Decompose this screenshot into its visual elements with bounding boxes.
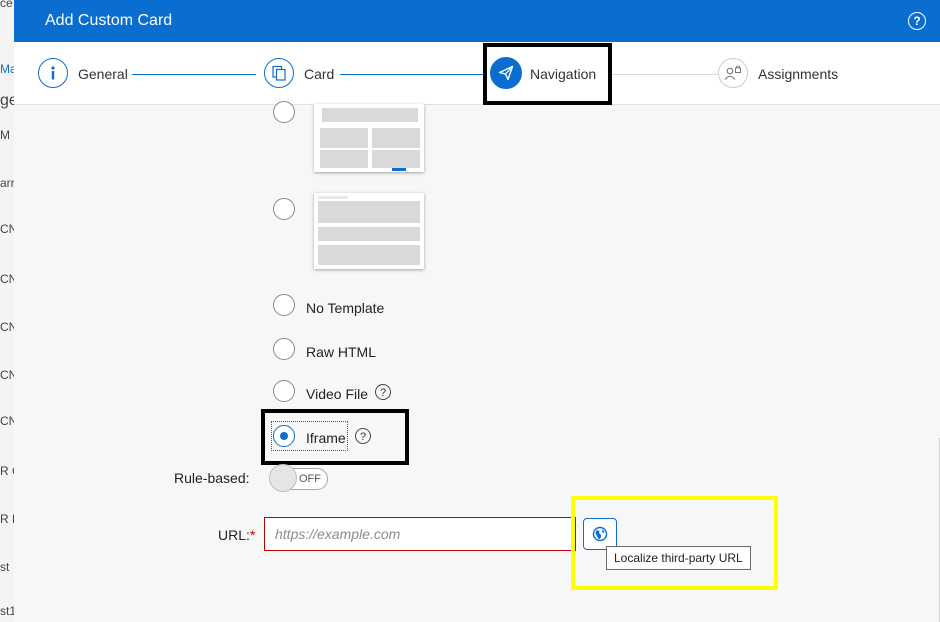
toggle-knob (269, 464, 297, 492)
toggle-state-text: OFF (299, 473, 321, 485)
required-marker: * (249, 527, 256, 543)
paper-plane-icon (490, 57, 522, 89)
template-thumbnail-list[interactable] (314, 193, 424, 269)
iframe-label: Iframe (306, 430, 346, 446)
help-icon[interactable]: ? (908, 12, 926, 30)
template-option-list-radio[interactable] (273, 198, 295, 220)
localize-url-tooltip: Localize third-party URL (606, 546, 751, 570)
people-lock-icon (718, 58, 748, 88)
video-file-radio[interactable] (273, 380, 295, 402)
background-fragment: arr (0, 176, 15, 190)
background-fragment: ce (0, 0, 13, 10)
background-fragment: CN (0, 368, 14, 382)
background-fragment: R H (0, 512, 14, 526)
question-icon[interactable]: ? (375, 384, 391, 400)
background-fragment: st1 (0, 604, 15, 618)
rule-based-label: Rule-based: (174, 470, 250, 486)
step-connector (132, 74, 256, 75)
raw-html-label: Raw HTML (306, 344, 377, 360)
template-option-grid-radio[interactable] (273, 101, 295, 123)
background-fragment: CN (0, 222, 14, 236)
step-connector (340, 74, 484, 75)
url-input[interactable] (264, 517, 576, 551)
raw-html-radio[interactable] (273, 338, 295, 360)
background-fragment: R C (0, 464, 14, 478)
template-thumbnail-grid[interactable] (314, 104, 424, 172)
info-icon (38, 58, 68, 88)
dialog-title: Add Custom Card (45, 12, 173, 29)
no-template-radio[interactable] (273, 294, 295, 316)
background-fragment: CN (0, 272, 14, 286)
background-fragment: ge (0, 92, 14, 109)
copy-icon (264, 58, 294, 88)
step-label: Card (304, 66, 335, 82)
background-page-strip: ce Ma ge M arr CN CN CN CN CN R C R H st… (0, 0, 15, 622)
wizard-step-bar: General Card Navigation Assignments (14, 42, 940, 105)
no-template-label: No Template (306, 300, 385, 316)
background-fragment: M (0, 128, 10, 142)
url-label: URL:* (218, 527, 256, 543)
step-label: Assignments (758, 66, 839, 82)
rule-based-toggle[interactable]: OFF (269, 464, 328, 492)
step-label: Navigation (530, 66, 597, 82)
dialog-header: Add Custom Card ? (14, 0, 940, 42)
background-fragment: Ma (0, 62, 14, 76)
iframe-radio[interactable] (273, 425, 295, 447)
globe-icon (592, 526, 608, 542)
video-file-label: Video File (306, 386, 369, 402)
background-fragment: CN (0, 320, 14, 334)
background-fragment: st (0, 560, 10, 574)
background-fragment: CN (0, 414, 14, 428)
question-icon[interactable]: ? (355, 428, 371, 444)
add-custom-card-dialog: Add Custom Card ? General Card Navigatio… (14, 0, 940, 622)
step-connector (610, 74, 718, 75)
step-label: General (78, 66, 128, 82)
